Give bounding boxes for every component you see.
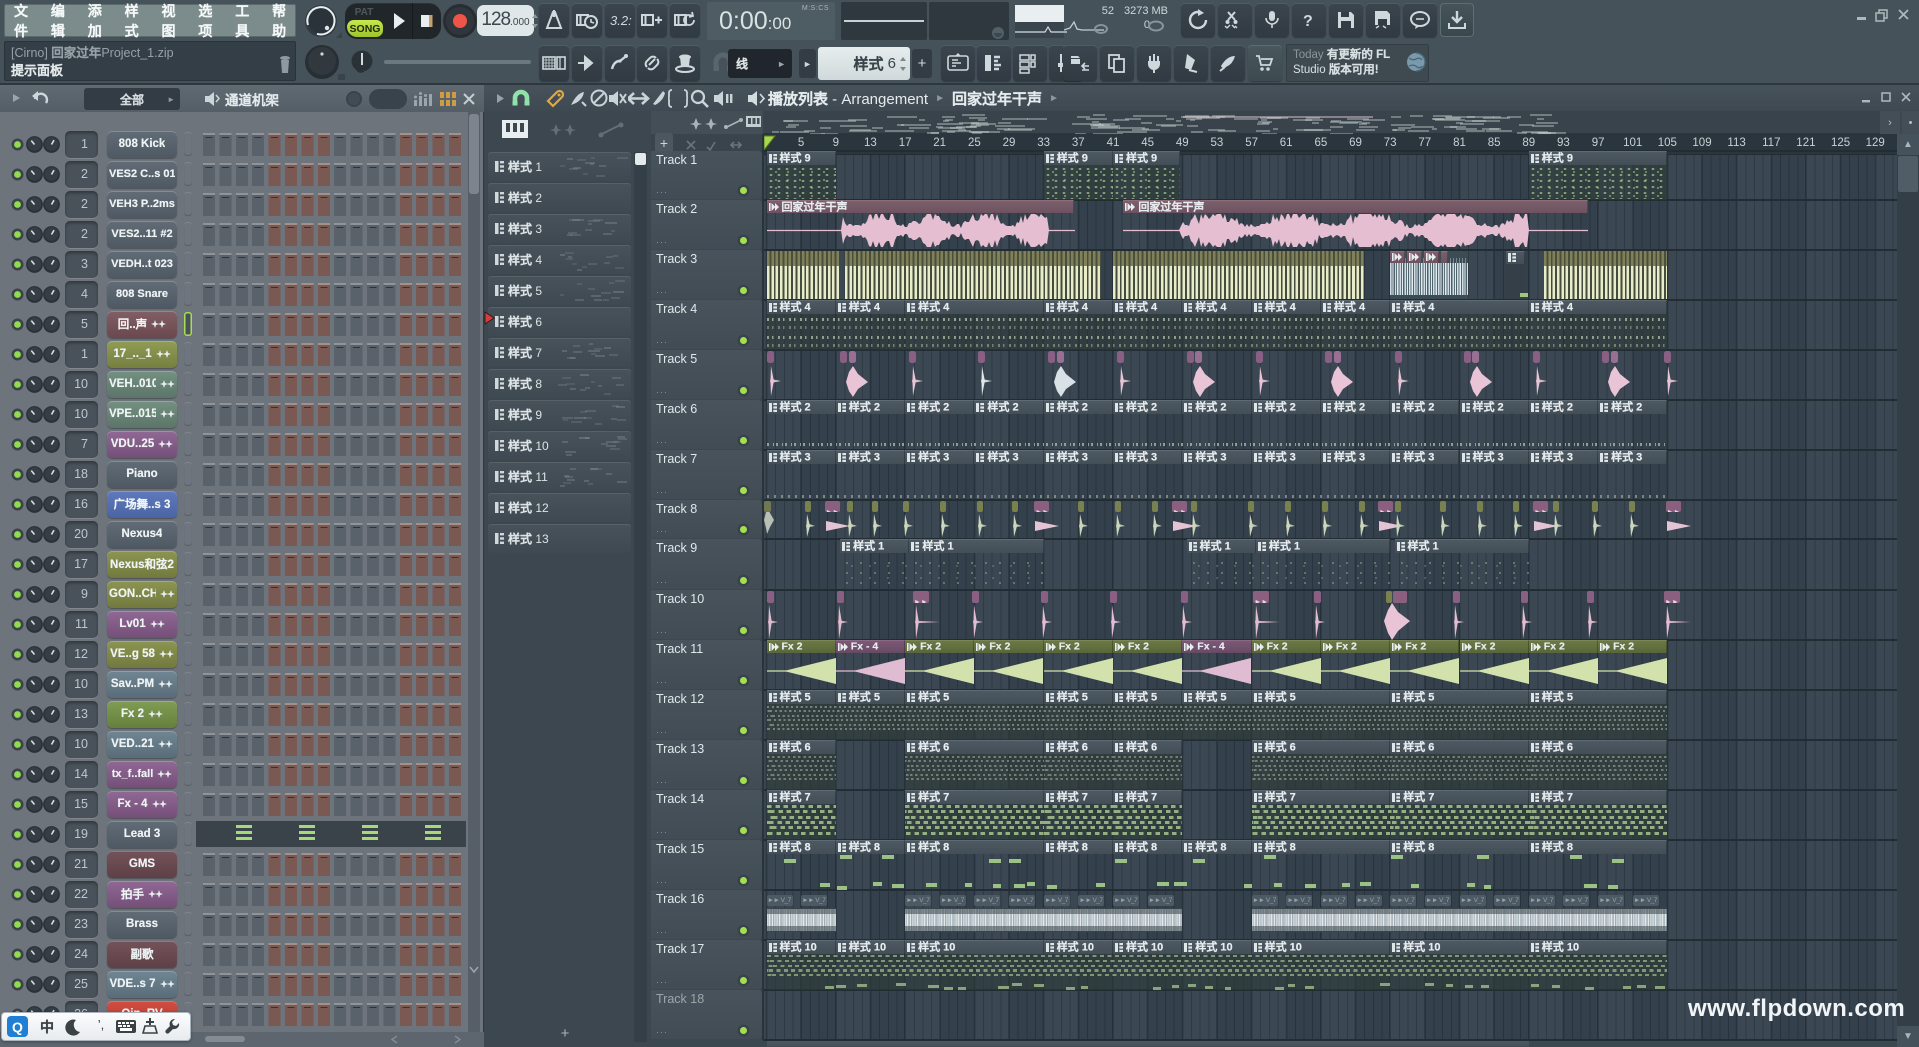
- svg-text:3.2:: 3.2:: [610, 13, 632, 28]
- svg-text:?: ?: [1303, 13, 1313, 30]
